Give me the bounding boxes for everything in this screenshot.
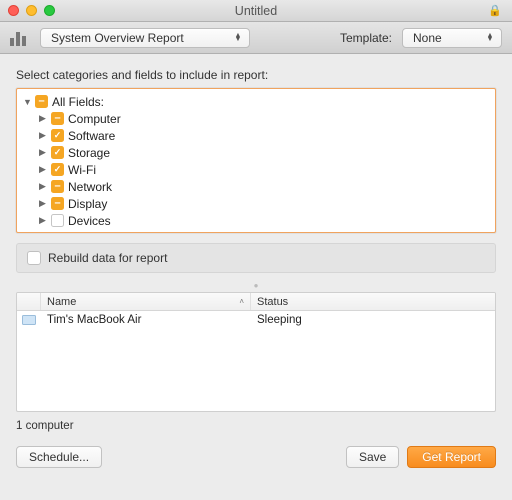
- disclosure-triangle-icon[interactable]: ▶: [39, 164, 49, 175]
- tree-label: Devices: [68, 214, 111, 228]
- count-label: 1 computer: [16, 420, 496, 432]
- rebuild-row: Rebuild data for report: [16, 243, 496, 273]
- rebuild-checkbox[interactable]: [27, 251, 41, 265]
- checkbox-unchecked[interactable]: [51, 214, 64, 227]
- table-row[interactable]: Tim's MacBook Air Sleeping: [17, 311, 495, 329]
- template-popup[interactable]: None ▲▼: [402, 28, 502, 48]
- save-button[interactable]: Save: [346, 446, 399, 468]
- checkbox-mixed[interactable]: [51, 180, 64, 193]
- tree-row[interactable]: ▶ Devices: [17, 212, 495, 229]
- tree-label: Display: [68, 197, 107, 211]
- zoom-window-button[interactable]: [44, 5, 55, 16]
- tree-label: Network: [68, 180, 112, 194]
- computer-icon: [22, 315, 36, 325]
- checkbox-mixed[interactable]: [51, 197, 64, 210]
- tree-row[interactable]: ▶ Wi-Fi: [17, 161, 495, 178]
- toolbar: System Overview Report ▲▼ Template: None…: [0, 22, 512, 54]
- checkbox-checked[interactable]: [51, 146, 64, 159]
- checkbox-mixed[interactable]: [35, 95, 48, 108]
- column-icon[interactable]: [17, 293, 41, 310]
- close-window-button[interactable]: [8, 5, 19, 16]
- footer: Schedule... Save Get Report: [16, 446, 496, 468]
- rebuild-label: Rebuild data for report: [48, 251, 167, 265]
- sort-indicator-icon: ˄: [239, 297, 244, 306]
- minimize-window-button[interactable]: [26, 5, 37, 16]
- disclosure-triangle-icon[interactable]: ▶: [39, 147, 49, 158]
- report-type-value: System Overview Report: [51, 31, 184, 45]
- disclosure-triangle-icon[interactable]: ▼: [23, 97, 33, 107]
- split-handle-icon[interactable]: ●: [16, 281, 496, 291]
- tree-label: All Fields:: [52, 95, 104, 109]
- lock-icon[interactable]: 🔒: [488, 4, 502, 17]
- tree-row[interactable]: ▶ Storage: [17, 144, 495, 161]
- report-type-icon: [10, 30, 30, 46]
- disclosure-triangle-icon[interactable]: ▶: [39, 181, 49, 192]
- tree-row[interactable]: ▶ Display: [17, 195, 495, 212]
- template-value: None: [413, 31, 442, 45]
- disclosure-triangle-icon[interactable]: ▶: [39, 113, 49, 124]
- tree-label: Computer: [68, 112, 121, 126]
- table-header: Name ˄ Status: [17, 293, 495, 311]
- column-name[interactable]: Name ˄: [41, 293, 251, 310]
- get-report-button[interactable]: Get Report: [407, 446, 496, 468]
- report-type-popup[interactable]: System Overview Report ▲▼: [40, 28, 250, 48]
- tree-row-all-fields[interactable]: ▼ All Fields:: [17, 93, 495, 110]
- window-title: Untitled: [0, 4, 512, 18]
- checkbox-checked[interactable]: [51, 129, 64, 142]
- tree-label: Storage: [68, 146, 110, 160]
- template-label: Template:: [340, 31, 392, 45]
- titlebar: Untitled 🔒: [0, 0, 512, 22]
- schedule-button[interactable]: Schedule...: [16, 446, 102, 468]
- cell-name: Tim's MacBook Air: [41, 314, 251, 326]
- tree-row[interactable]: ▶ Computer: [17, 110, 495, 127]
- column-status[interactable]: Status: [251, 293, 495, 310]
- disclosure-triangle-icon[interactable]: ▶: [39, 198, 49, 209]
- disclosure-triangle-icon[interactable]: ▶: [39, 215, 49, 226]
- traffic-lights: [8, 5, 55, 16]
- disclosure-triangle-icon[interactable]: ▶: [39, 130, 49, 141]
- popup-arrows-icon: ▲▼: [485, 34, 495, 42]
- computers-table: Name ˄ Status Tim's MacBook Air Sleeping: [16, 292, 496, 412]
- popup-arrows-icon: ▲▼: [233, 34, 243, 42]
- instruction-label: Select categories and fields to include …: [16, 68, 496, 82]
- cell-status: Sleeping: [251, 314, 495, 326]
- checkbox-checked[interactable]: [51, 163, 64, 176]
- checkbox-mixed[interactable]: [51, 112, 64, 125]
- fields-outline[interactable]: ▼ All Fields: ▶ Computer ▶ Software ▶ Storage…: [16, 88, 496, 233]
- tree-label: Software: [68, 129, 115, 143]
- tree-row[interactable]: ▶ Network: [17, 178, 495, 195]
- tree-label: Wi-Fi: [68, 163, 96, 177]
- tree-row[interactable]: ▶ Software: [17, 127, 495, 144]
